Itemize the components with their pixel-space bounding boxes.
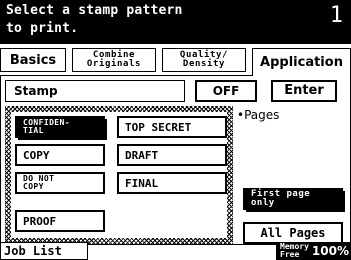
tab-combine-line2: Originals (86, 59, 142, 69)
tab-quality-line2: Density (182, 59, 226, 69)
memory-indicator: Memory Free 100% (276, 242, 351, 260)
first-page-only-line2: only (251, 198, 275, 208)
tab-basics[interactable]: Basics (0, 48, 66, 72)
stamp-label: Stamp (5, 80, 185, 102)
stamp-copy-button[interactable]: COPY (15, 144, 105, 166)
all-pages-button[interactable]: All Pages (243, 222, 343, 244)
stamp-do-not-copy-button[interactable]: DO NOT COPY (15, 172, 105, 194)
all-pages-label: All Pages (260, 226, 326, 240)
stamp-proof-button[interactable]: PROOF (15, 210, 105, 232)
tab-basics-label: Basics (9, 52, 57, 68)
memory-free-label: Memory Free (280, 242, 309, 259)
stamp-final-button[interactable]: FINAL (117, 172, 227, 194)
tab-quality-density[interactable]: Quality/ Density (162, 48, 246, 72)
stamp-settings-area: CONFIDEN- TIAL TOP SECRET COPY DRAFT DO … (5, 106, 346, 246)
tab-application[interactable]: Application (252, 48, 351, 76)
stamp-status-value: OFF (195, 80, 257, 102)
stamp-row: Stamp OFF Enter (5, 80, 346, 102)
stamp-top-secret-label: TOP SECRET (125, 120, 192, 134)
stamp-final-label: FINAL (125, 176, 159, 190)
job-number: 1 (329, 3, 343, 28)
tab-application-label: Application (260, 55, 343, 70)
stamp-pattern-list: CONFIDEN- TIAL TOP SECRET COPY DRAFT DO … (11, 112, 227, 238)
message-bar: Select a stamp pattern to print. 1 (0, 0, 351, 44)
stamp-draft-label: DRAFT (125, 148, 159, 162)
stamp-pattern-frame: CONFIDEN- TIAL TOP SECRET COPY DRAFT DO … (5, 106, 233, 244)
memory-free-value: 100% (311, 244, 349, 258)
stamp-do-not-copy-line2: COPY (23, 182, 44, 191)
stamp-copy-label: COPY (23, 148, 50, 162)
instruction-message: Select a stamp pattern to print. (6, 3, 183, 36)
tab-combine-originals[interactable]: Combine Originals (72, 48, 156, 72)
stamp-confidential-button[interactable]: CONFIDEN- TIAL (15, 116, 107, 140)
enter-button[interactable]: Enter (271, 80, 337, 102)
job-list-button[interactable]: Job List (0, 242, 88, 260)
stamp-confidential-line2: TIAL (23, 126, 44, 135)
pages-label: •Pages (237, 108, 280, 122)
stamp-proof-label: PROOF (23, 214, 57, 228)
first-page-only-button[interactable]: First page only (243, 188, 345, 212)
stamp-top-secret-button[interactable]: TOP SECRET (117, 116, 227, 138)
stamp-draft-button[interactable]: DRAFT (117, 144, 227, 166)
application-panel: Stamp OFF Enter CONFIDEN- TIAL TOP SECRE… (0, 75, 351, 245)
